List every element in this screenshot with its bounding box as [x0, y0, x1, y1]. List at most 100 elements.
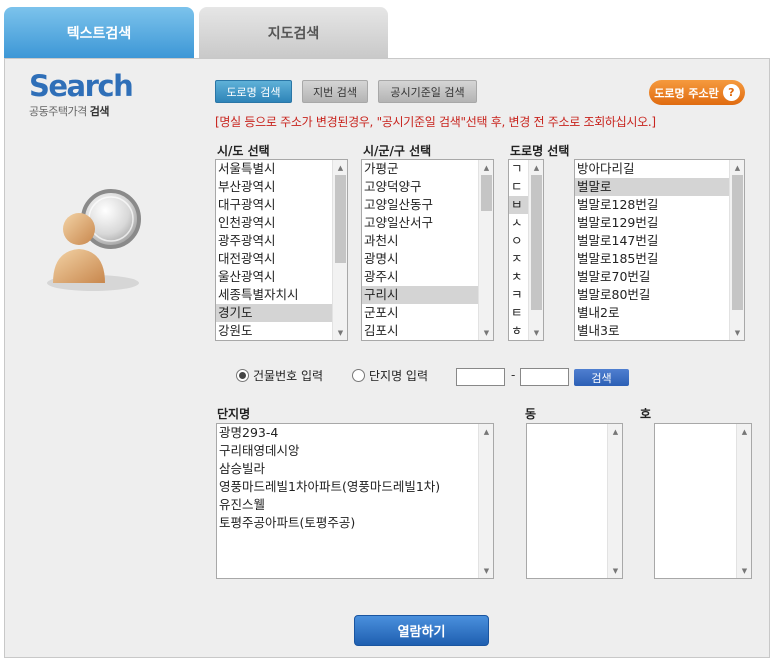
scroll-down-icon[interactable]: ▼	[479, 563, 493, 578]
sigungu-listbox[interactable]: 가평군 고양덕양구 고양일산동구 고양일산서구 과천시 광명시 광주시 구리시 군포시 김포시 ▲ ▼	[361, 159, 494, 341]
sigungu-option[interactable]: 고양일산동구	[362, 196, 493, 214]
road-name-option[interactable]: 벌말로70번길	[575, 268, 744, 286]
sigungu-option[interactable]: 김포시	[362, 322, 493, 340]
road-address-guide-label: 도로명 주소란	[654, 86, 719, 100]
scrollbar[interactable]: ▲ ▼	[528, 160, 543, 340]
road-name-option[interactable]: 벌말로128번길	[575, 196, 744, 214]
sido-option[interactable]: 강원도	[216, 322, 347, 340]
road-label: 도로명 선택	[510, 144, 570, 158]
road-name-option[interactable]: 벌말로185번길	[575, 250, 744, 268]
scroll-up-icon[interactable]: ▲	[608, 424, 622, 439]
scrollbar[interactable]: ▲ ▼	[478, 160, 493, 340]
scroll-up-icon[interactable]: ▲	[529, 160, 543, 175]
complex-option[interactable]: 유진스웰	[217, 496, 493, 514]
scrollbar[interactable]: ▲ ▼	[736, 424, 751, 578]
complex-name-radio[interactable]	[352, 369, 365, 382]
dong-listbox[interactable]: ▲ ▼	[526, 423, 623, 579]
sido-option[interactable]: 대전광역시	[216, 250, 347, 268]
sigungu-option[interactable]: 광명시	[362, 250, 493, 268]
complex-label: 단지명	[217, 407, 251, 421]
scroll-down-icon[interactable]: ▼	[608, 563, 622, 578]
scroll-up-icon[interactable]: ▲	[479, 160, 493, 175]
scroll-down-icon[interactable]: ▼	[479, 325, 493, 340]
road-name-option[interactable]: 별내2로	[575, 304, 744, 322]
sido-label: 시/도 선택	[217, 144, 270, 158]
scroll-down-icon[interactable]: ▼	[737, 563, 751, 578]
road-name-option[interactable]: 별내3로	[575, 322, 744, 340]
ho-listbox[interactable]: ▲ ▼	[654, 423, 752, 579]
scroll-up-icon[interactable]: ▲	[333, 160, 347, 175]
complex-name-label: 단지명 입력	[369, 369, 429, 383]
scroll-down-icon[interactable]: ▼	[529, 325, 543, 340]
sido-option[interactable]: 세종특별자치시	[216, 286, 347, 304]
sido-option[interactable]: 울산광역시	[216, 268, 347, 286]
scrollbar[interactable]: ▲ ▼	[607, 424, 622, 578]
sub-number-input[interactable]	[520, 368, 569, 386]
scrollbar[interactable]: ▲ ▼	[332, 160, 347, 340]
user-search-icon	[47, 189, 141, 291]
complex-option[interactable]: 토평주공아파트(토평주공)	[217, 514, 493, 532]
sido-option[interactable]: 경기도	[216, 304, 347, 322]
ho-label: 호	[640, 407, 652, 421]
scroll-down-icon[interactable]: ▼	[730, 325, 744, 340]
sigungu-option[interactable]: 고양덕양구	[362, 178, 493, 196]
road-name-option[interactable]: 벌말로	[575, 178, 744, 196]
sigungu-option[interactable]: 과천시	[362, 232, 493, 250]
sigungu-label: 시/군/구 선택	[363, 144, 432, 158]
complex-option[interactable]: 영풍마드레빌1차아파트(영풍마드레빌1차)	[217, 478, 493, 496]
complex-listbox[interactable]: 광명293-4 구리태영데시앙 삼승빌라 영풍마드레빌1차아파트(영풍마드레빌1차) 유…	[216, 423, 494, 579]
sido-option[interactable]: 서울특별시	[216, 160, 347, 178]
road-name-option[interactable]: 방아다리길	[575, 160, 744, 178]
scrollbar[interactable]: ▲ ▼	[478, 424, 493, 578]
sido-option[interactable]: 인천광역시	[216, 214, 347, 232]
logo-subtitle-bold: 검색	[89, 105, 110, 118]
sido-option[interactable]: 광주광역시	[216, 232, 347, 250]
scroll-thumb[interactable]	[531, 175, 542, 310]
search-logo: Search 공동주택가격 검색	[29, 69, 134, 119]
dong-label: 동	[525, 407, 537, 421]
scroll-down-icon[interactable]: ▼	[333, 325, 347, 340]
scroll-up-icon[interactable]: ▲	[737, 424, 751, 439]
notice-text: [명실 등으로 주소가 변경된경우, "공시기준일 검색"선택 후, 변경 전 …	[215, 115, 656, 129]
tab-text-search[interactable]: 텍스트검색	[4, 7, 194, 58]
scroll-thumb[interactable]	[732, 175, 743, 310]
road-name-option[interactable]: 벌말로147번길	[575, 232, 744, 250]
search-button[interactable]: 검색	[574, 369, 629, 386]
logo-word: Search	[29, 69, 134, 103]
sigungu-option[interactable]: 군포시	[362, 304, 493, 322]
road-name-option[interactable]: 벌말로80번길	[575, 286, 744, 304]
scrollbar[interactable]: ▲ ▼	[729, 160, 744, 340]
road-name-listbox[interactable]: 방아다리길 벌말로 벌말로128번길 벌말로129번길 벌말로147번길 벌말로185번길…	[574, 159, 745, 341]
complex-option[interactable]: 삼승빌라	[217, 460, 493, 478]
help-icon: ?	[722, 84, 740, 101]
logo-subtitle-text: 공동주택가격	[29, 105, 87, 118]
road-name-option[interactable]: 벌말로129번길	[575, 214, 744, 232]
complex-name-option[interactable]: 단지명 입력	[352, 367, 428, 384]
sido-option[interactable]: 부산광역시	[216, 178, 347, 196]
sido-option[interactable]: 대구광역시	[216, 196, 347, 214]
building-number-radio[interactable]	[236, 369, 249, 382]
sigungu-option[interactable]: 고양일산서구	[362, 214, 493, 232]
tab-map-search[interactable]: 지도검색	[199, 7, 388, 58]
number-dash: -	[511, 368, 516, 382]
sigungu-option[interactable]: 가평군	[362, 160, 493, 178]
logo-subtitle: 공동주택가격 검색	[29, 103, 132, 119]
initial-consonant-listbox[interactable]: ㄱㄷㅂㅅㅇㅈㅊㅋㅌㅎ ▲ ▼	[508, 159, 544, 341]
date-search-button[interactable]: 공시기준일 검색	[378, 80, 477, 103]
search-panel: Search 공동주택가격 검색 도로명 검색 지번 검색 공시기준일 검색 도…	[4, 58, 770, 658]
sigungu-option[interactable]: 구리시	[362, 286, 493, 304]
building-number-option[interactable]: 건물번호 입력	[236, 367, 323, 384]
scroll-up-icon[interactable]: ▲	[730, 160, 744, 175]
view-button[interactable]: 열람하기	[354, 615, 489, 646]
scroll-thumb[interactable]	[481, 175, 492, 211]
sido-listbox[interactable]: 서울특별시 부산광역시 대구광역시 인천광역시 광주광역시 대전광역시 울산광역시 세종특별자…	[215, 159, 348, 341]
sigungu-option[interactable]: 광주시	[362, 268, 493, 286]
complex-option[interactable]: 구리태영데시앙	[217, 442, 493, 460]
main-number-input[interactable]	[456, 368, 505, 386]
complex-option[interactable]: 광명293-4	[217, 424, 493, 442]
road-search-button[interactable]: 도로명 검색	[215, 80, 292, 103]
road-address-guide-button[interactable]: 도로명 주소란 ?	[649, 80, 745, 105]
scroll-thumb[interactable]	[335, 175, 346, 263]
scroll-up-icon[interactable]: ▲	[479, 424, 493, 439]
lot-search-button[interactable]: 지번 검색	[302, 80, 368, 103]
